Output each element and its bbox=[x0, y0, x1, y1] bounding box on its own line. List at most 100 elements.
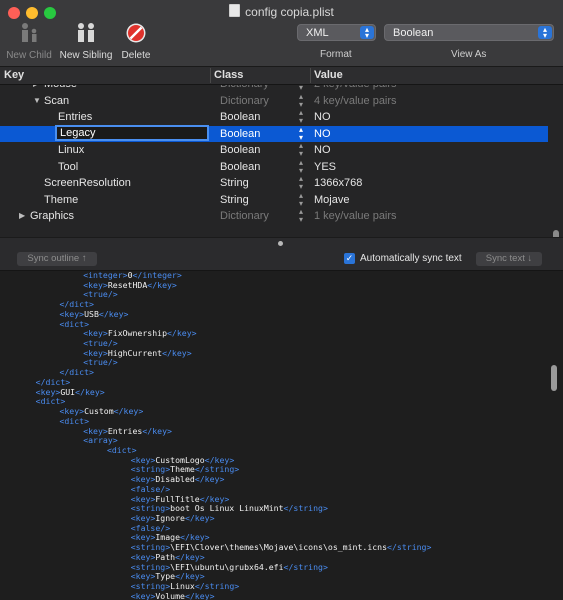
column-divider bbox=[310, 68, 311, 83]
delete-icon bbox=[126, 23, 146, 43]
xml-tag: </dict> bbox=[59, 367, 94, 378]
xml-text: GUI bbox=[60, 386, 76, 397]
row-class[interactable]: String bbox=[220, 192, 249, 208]
outline-row[interactable]: Linux Boolean ▴ ▾ NO bbox=[0, 142, 548, 159]
window-title: config copia.plist bbox=[0, 4, 563, 19]
document-icon bbox=[229, 4, 241, 17]
xml-line: <key>Volume</key> bbox=[130, 590, 215, 600]
outline-row[interactable]: Theme String ▴ ▾ Mojave bbox=[0, 191, 548, 209]
class-stepper-icon[interactable]: ▴▾ bbox=[299, 109, 303, 125]
outline-row[interactable]: ▶ Graphics Dictionary ▴ ▾ 1 key/value pairs bbox=[0, 208, 548, 225]
xml-tag: <key> bbox=[130, 532, 156, 543]
row-value[interactable]: NO bbox=[314, 142, 331, 158]
row-class[interactable]: Boolean bbox=[220, 142, 260, 158]
class-stepper-icon[interactable]: ▴▾ bbox=[299, 85, 303, 92]
delete-button[interactable]: Delete bbox=[108, 22, 164, 61]
row-value[interactable]: NO bbox=[314, 109, 331, 125]
disclosure-open-icon[interactable]: ▼ bbox=[33, 93, 41, 109]
xml-tag: </string> bbox=[194, 464, 240, 475]
xml-tag: </string> bbox=[283, 561, 328, 572]
class-column-header[interactable]: Class bbox=[214, 69, 243, 81]
xml-tag: </integer> bbox=[132, 271, 182, 280]
row-value[interactable]: Mojave bbox=[314, 192, 349, 208]
xml-tag: <dict> bbox=[106, 444, 137, 455]
outline-row[interactable]: ▼ Scan Dictionary ▴ ▾ 4 key/value pairs bbox=[0, 92, 548, 110]
xml-tag: </key> bbox=[113, 406, 144, 417]
outline-row[interactable]: Legacy Boolean ▴ ▾ NO bbox=[0, 124, 548, 142]
row-value[interactable]: 1 key/value pairs bbox=[314, 208, 397, 224]
xml-tag: <string> bbox=[130, 561, 171, 572]
format-caption: Format bbox=[320, 49, 352, 60]
xml-tag: <key> bbox=[130, 590, 156, 600]
xml-text: Linux bbox=[170, 581, 195, 592]
row-value[interactable]: 4 key/value pairs bbox=[314, 93, 397, 109]
row-key: Mouse bbox=[44, 85, 77, 92]
key-edit-field[interactable]: Legacy bbox=[55, 124, 209, 141]
outline-row[interactable]: ScreenResolution String ▴ ▾ 1366x768 bbox=[0, 175, 548, 192]
row-class[interactable]: Dictionary bbox=[220, 208, 269, 224]
new-child-icon bbox=[22, 23, 37, 42]
class-stepper-icon[interactable]: ▴▾ bbox=[299, 175, 303, 191]
xml-text-view[interactable]: <integer>0</integer> <key>ResetHDA</key> <… bbox=[0, 271, 563, 600]
xml-text: FullTitle bbox=[155, 493, 200, 504]
xml-scrollbar[interactable] bbox=[551, 365, 557, 391]
class-stepper-icon[interactable]: ▴▾ bbox=[299, 142, 303, 158]
view-as-popup[interactable]: Boolean ▴ ▾ bbox=[384, 24, 554, 41]
class-stepper-icon[interactable]: ▴▾ bbox=[299, 125, 303, 142]
row-key: Theme bbox=[44, 193, 79, 206]
row-value[interactable]: YES bbox=[314, 159, 336, 175]
disclosure-closed-icon[interactable]: ▶ bbox=[33, 85, 39, 92]
value-column-header[interactable]: Value bbox=[314, 69, 343, 81]
row-class[interactable]: Boolean bbox=[220, 109, 260, 125]
row-value[interactable]: 2 key/value pairs bbox=[314, 85, 397, 92]
xml-tag: <key> bbox=[130, 454, 156, 465]
disclosure-closed-icon[interactable]: ▶ bbox=[19, 208, 25, 224]
xml-tag: </key> bbox=[167, 328, 197, 339]
xml-tag: </key> bbox=[75, 386, 105, 397]
xml-tag: </key> bbox=[180, 532, 210, 543]
row-value[interactable]: NO bbox=[314, 126, 331, 142]
row-class[interactable]: Dictionary bbox=[220, 93, 269, 109]
sync-text-button[interactable]: Sync text ↓ bbox=[476, 252, 542, 266]
row-key: Linux bbox=[58, 144, 85, 156]
xml-tag: </dict> bbox=[59, 299, 94, 310]
new-child-button[interactable]: New Child bbox=[1, 22, 57, 61]
xml-tag: </string> bbox=[194, 581, 240, 592]
row-class[interactable]: String bbox=[220, 175, 249, 191]
outline-scrollbar[interactable] bbox=[553, 230, 559, 237]
xml-text: Image bbox=[155, 532, 181, 543]
row-value[interactable]: 1366x768 bbox=[314, 175, 362, 191]
xml-tag: <key> bbox=[59, 308, 85, 319]
outline-row[interactable]: Tool Boolean ▴ ▾ YES bbox=[0, 158, 548, 176]
xml-tag: <key> bbox=[130, 493, 156, 504]
xml-tag: <key> bbox=[130, 551, 156, 562]
class-stepper-icon[interactable]: ▴▾ bbox=[299, 158, 303, 175]
xml-tag: </key> bbox=[175, 571, 205, 582]
xml-tag: <dict> bbox=[59, 318, 90, 329]
xml-tag: </string> bbox=[387, 542, 432, 553]
row-class[interactable]: Boolean bbox=[220, 159, 260, 175]
auto-sync-label: Automatically sync text bbox=[360, 253, 462, 264]
sync-outline-button[interactable]: Sync outline ↑ bbox=[17, 252, 97, 266]
new-sibling-button[interactable]: New Sibling bbox=[58, 22, 114, 61]
split-divider[interactable] bbox=[0, 237, 563, 248]
xml-text: Ignore bbox=[155, 513, 185, 523]
split-handle-icon[interactable] bbox=[278, 241, 283, 246]
class-stepper-icon[interactable]: ▴▾ bbox=[299, 92, 303, 109]
row-class[interactable]: Dictionary bbox=[220, 85, 269, 92]
xml-tag: </key> bbox=[142, 425, 172, 436]
outline-row[interactable]: ▶ Mouse Dictionary ▴▾ 2 key/value pairs bbox=[0, 85, 548, 93]
class-stepper-icon[interactable]: ▴▾ bbox=[299, 208, 303, 224]
sync-bar: Sync outline ↑ ✓ Automatically sync text… bbox=[0, 248, 563, 271]
format-popup[interactable]: XML ▴ ▾ bbox=[297, 24, 376, 41]
xml-tag: </key> bbox=[175, 551, 205, 562]
xml-text: \EFI\ubuntu\grubx64.efi bbox=[170, 561, 284, 572]
outline-row[interactable]: Entries Boolean ▴ ▾ NO bbox=[0, 109, 548, 126]
row-class[interactable]: Boolean bbox=[220, 126, 260, 142]
row-key: Tool bbox=[58, 160, 79, 173]
key-column-header[interactable]: Key bbox=[4, 69, 24, 81]
auto-sync-checkbox[interactable]: ✓ bbox=[344, 253, 355, 264]
xml-tag: </key> bbox=[147, 279, 177, 290]
xml-text: USB bbox=[84, 308, 99, 319]
class-stepper-icon[interactable]: ▴▾ bbox=[299, 191, 303, 208]
